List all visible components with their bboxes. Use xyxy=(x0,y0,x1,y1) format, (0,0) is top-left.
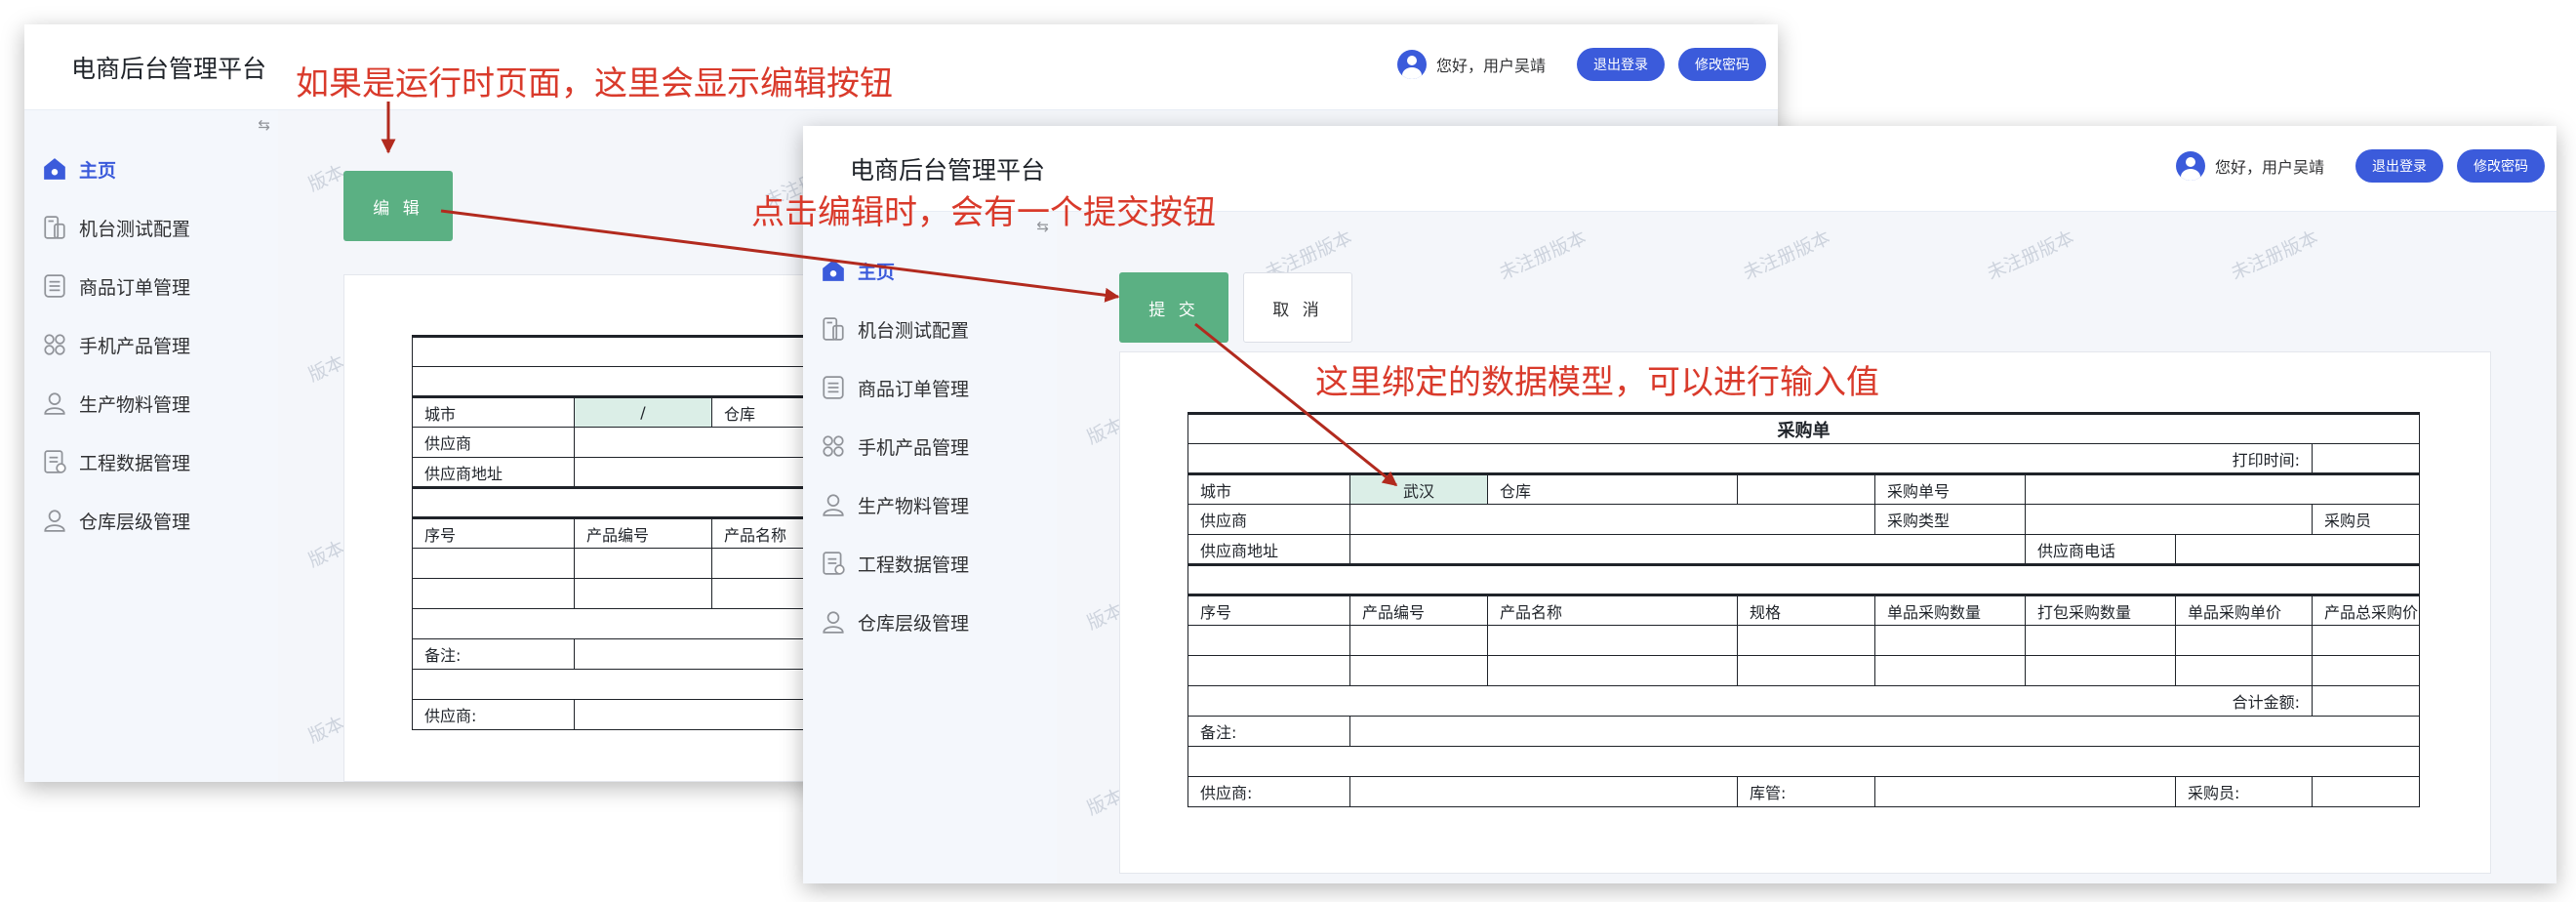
arrow-submit-to-city-field xyxy=(1194,322,1398,487)
arrow-edit-to-submit xyxy=(440,209,1120,303)
annotation-arrows xyxy=(381,102,1398,487)
